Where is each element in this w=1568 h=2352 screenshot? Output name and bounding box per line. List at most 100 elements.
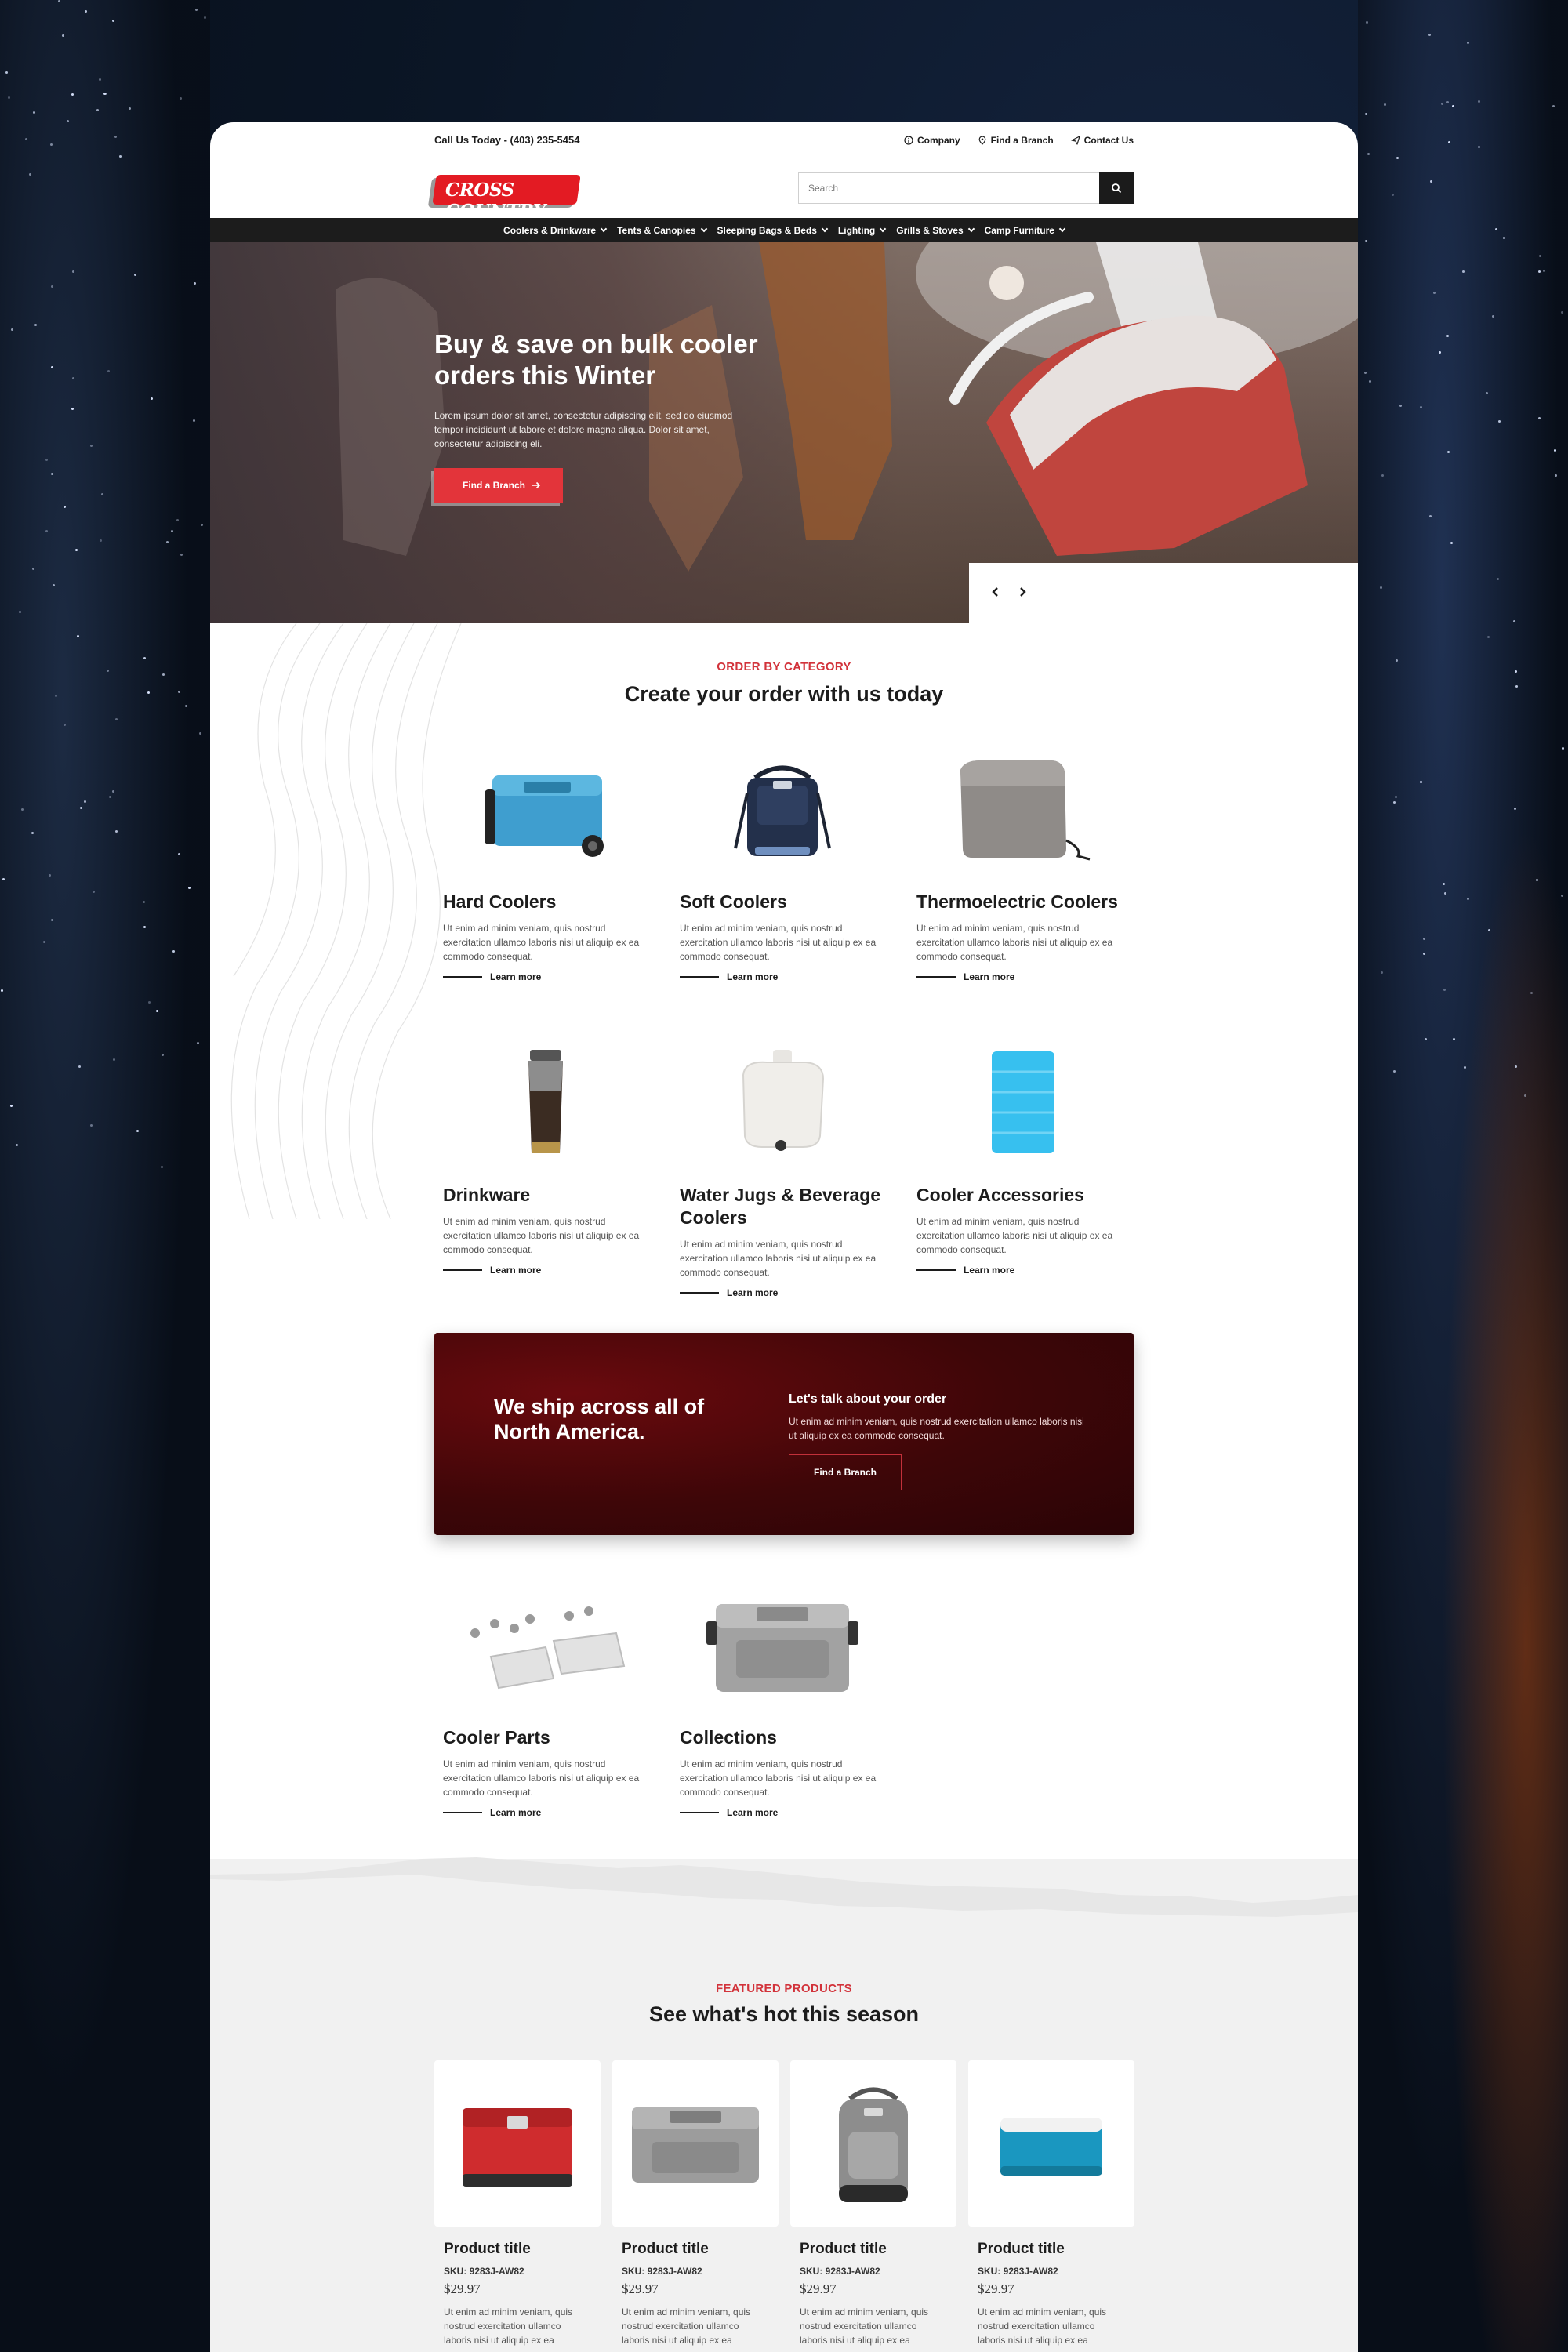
- nav-item-tents-canopies[interactable]: Tents & Canopies: [617, 225, 707, 236]
- hero-title: Buy & save on bulk cooler orders this Wi…: [434, 329, 758, 390]
- category-card-hard-coolers[interactable]: Hard Coolers Ut enim ad minim veniam, qu…: [443, 739, 648, 982]
- learn-more-label: Learn more: [964, 1265, 1015, 1276]
- star: [1523, 1094, 1526, 1097]
- product-title: Product title: [444, 2241, 531, 2257]
- category-card-collections[interactable]: Collections Ut enim ad minim veniam, qui…: [680, 1574, 885, 1818]
- category-title: Thermoelectric Coolers: [916, 891, 1118, 912]
- learn-more-link[interactable]: Learn more: [916, 1265, 1122, 1276]
- arrow-right-icon: [532, 481, 541, 489]
- water-jug-icon: [742, 1050, 825, 1151]
- star: [1486, 635, 1490, 638]
- learn-more-link[interactable]: Learn more: [916, 971, 1122, 982]
- top-bar: Call Us Today - (403) 235-5454 Company F…: [434, 122, 1134, 158]
- webpage: Call Us Today - (403) 235-5454 Company F…: [210, 122, 1358, 2352]
- product-card[interactable]: Product title SKU: 9283J-AW82 $29.97 Ut …: [968, 2060, 1134, 2347]
- learn-more-link[interactable]: Learn more: [443, 971, 648, 982]
- soft-cooler-icon: [734, 765, 831, 856]
- search-bar: [798, 172, 1134, 204]
- star: [1477, 100, 1480, 103]
- star: [203, 16, 206, 20]
- star: [143, 925, 146, 928]
- star: [1450, 541, 1454, 544]
- category-description: Ut enim ad minim veniam, quis nostrud ex…: [916, 1216, 1113, 1255]
- category-description: Ut enim ad minim veniam, quis nostrud ex…: [443, 923, 640, 962]
- learn-more-link[interactable]: Learn more: [680, 971, 885, 982]
- cooler-parts-image: [443, 1574, 648, 1715]
- nav-item-sleeping-bags-beds[interactable]: Sleeping Bags & Beds: [717, 225, 829, 236]
- learn-more-link[interactable]: Learn more: [443, 1265, 648, 1276]
- star: [180, 554, 183, 557]
- chevron-down-icon: [700, 225, 707, 232]
- star: [7, 96, 10, 99]
- product-sku: SKU: 9283J-AW82: [800, 2266, 880, 2277]
- slider-prev-button[interactable]: [991, 585, 1000, 601]
- learn-more-label: Learn more: [727, 971, 779, 982]
- star: [187, 886, 191, 889]
- divider-line: [916, 976, 956, 978]
- learn-more-link[interactable]: Learn more: [443, 1807, 648, 1818]
- product-image: [612, 2060, 779, 2227]
- shipping-find-branch-button[interactable]: Find a Branch: [789, 1454, 902, 1490]
- call-us-text[interactable]: Call Us Today - (403) 235-5454: [434, 134, 579, 146]
- category-card-drinkware[interactable]: Drinkware Ut enim ad minim veniam, quis …: [443, 1032, 648, 1276]
- chevron-down-icon: [1058, 225, 1066, 232]
- star: [1560, 311, 1563, 314]
- drinkware-image: [443, 1032, 648, 1173]
- star: [1514, 670, 1517, 673]
- info-icon: [904, 135, 913, 145]
- nav-item-lighting[interactable]: Lighting: [838, 225, 887, 236]
- category-card-thermoelectric-coolers[interactable]: Thermoelectric Coolers Ut enim ad minim …: [916, 739, 1122, 982]
- category-description: Ut enim ad minim veniam, quis nostrud ex…: [443, 1759, 640, 1798]
- learn-more-link[interactable]: Learn more: [680, 1287, 885, 1298]
- search-button[interactable]: [1099, 172, 1134, 204]
- learn-more-link[interactable]: Learn more: [680, 1807, 885, 1818]
- blue-cooler-icon: [1000, 2118, 1102, 2176]
- star: [98, 78, 101, 81]
- water-jug-image: [680, 1032, 885, 1173]
- product-card[interactable]: Product title SKU: 9283J-AW82 $29.97 Ut …: [790, 2060, 956, 2347]
- company-link[interactable]: Company: [904, 135, 960, 146]
- product-description: Ut enim ad minim veniam, quis nostrud ex…: [444, 2307, 573, 2346]
- star: [114, 829, 118, 833]
- star: [192, 419, 195, 422]
- category-card-cooler-parts[interactable]: Cooler Parts Ut enim ad minim veniam, qu…: [443, 1574, 648, 1818]
- find-branch-link[interactable]: Find a Branch: [978, 135, 1054, 146]
- chevron-left-icon: [992, 587, 998, 597]
- product-sku: SKU: 9283J-AW82: [622, 2266, 702, 2277]
- search-input[interactable]: [798, 172, 1099, 204]
- category-card-water-jugs[interactable]: Water Jugs & Beverage Coolers Ut enim ad…: [680, 1032, 885, 1298]
- shipping-banner: We ship across all of North America. Let…: [434, 1333, 1134, 1535]
- category-title: Soft Coolers: [680, 891, 787, 912]
- nav-item-coolers-drinkware[interactable]: Coolers & Drinkware: [503, 225, 608, 236]
- chevron-down-icon: [821, 225, 829, 232]
- divider-line: [680, 1292, 719, 1294]
- star: [31, 831, 34, 834]
- hero-find-branch-button[interactable]: Find a Branch: [434, 468, 564, 503]
- contact-us-link[interactable]: Contact Us: [1071, 135, 1134, 146]
- ice-pack-image: [916, 1032, 1122, 1173]
- product-price: $29.97: [800, 2281, 837, 2296]
- nav-item-grills-stoves[interactable]: Grills & Stoves: [896, 224, 975, 236]
- product-card[interactable]: Product title SKU: 9283J-AW82 $29.97 Ut …: [434, 2060, 601, 2347]
- gray-cooler-icon: [632, 2107, 759, 2183]
- star: [1537, 270, 1541, 273]
- category-title: Drinkware: [443, 1185, 531, 1205]
- hero-banner: Buy & save on bulk cooler orders this Wi…: [210, 242, 1358, 623]
- category-card-cooler-accessories[interactable]: Cooler Accessories Ut enim ad minim veni…: [916, 1032, 1122, 1276]
- nav-item-camp-furniture[interactable]: Camp Furniture: [985, 225, 1066, 236]
- star: [63, 506, 66, 509]
- category-description: Ut enim ad minim veniam, quis nostrud ex…: [443, 1216, 640, 1255]
- slider-next-button[interactable]: [1018, 585, 1027, 601]
- cross-country-logo[interactable]: CROSS COUNTRY: [432, 170, 581, 222]
- category-section-title: Create your order with us today: [624, 682, 944, 706]
- product-card[interactable]: Product title SKU: 9283J-AW82 $29.97 Ut …: [612, 2060, 779, 2347]
- nav-item-label: Grills & Stoves: [896, 224, 964, 236]
- star: [103, 92, 107, 95]
- star: [1420, 405, 1423, 408]
- star: [57, 0, 60, 3]
- star: [1491, 314, 1494, 318]
- hero-button-label: Find a Branch: [463, 480, 526, 491]
- tumbler-icon: [528, 1050, 563, 1153]
- category-card-soft-coolers[interactable]: Soft Coolers Ut enim ad minim veniam, qu…: [680, 739, 885, 982]
- category-title: Collections: [680, 1727, 777, 1748]
